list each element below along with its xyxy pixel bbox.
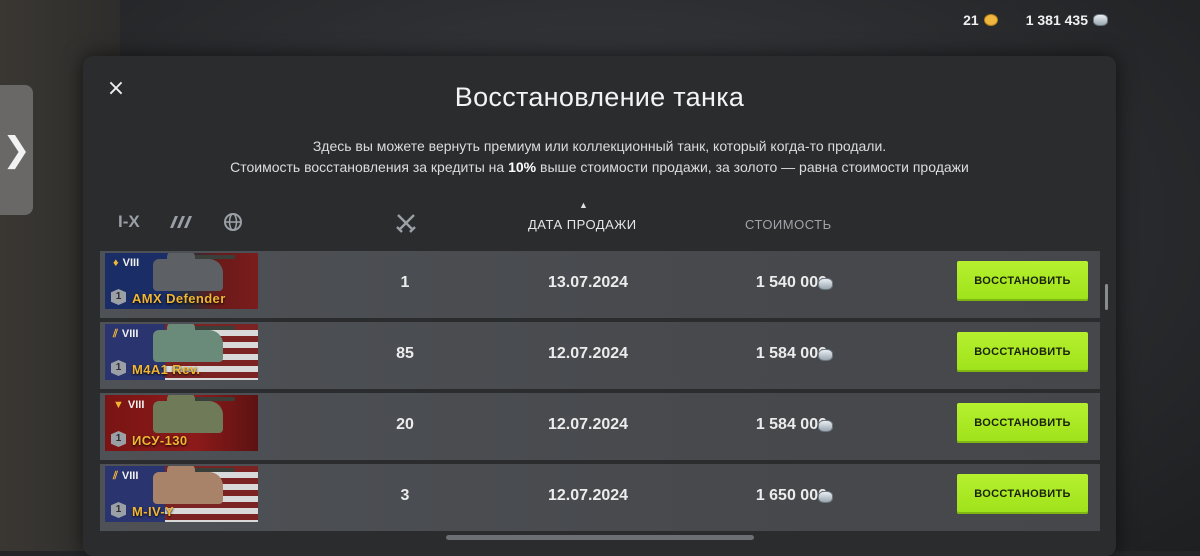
tank-card[interactable]: ⫽ VIII 1 M4A1 Rev. bbox=[105, 324, 258, 380]
sale-date: 12.07.2024 bbox=[547, 487, 629, 504]
collector-stripes-icon: ⫽ bbox=[113, 470, 118, 482]
sort-ascending-icon: ▲ bbox=[579, 200, 588, 210]
currency-bar: 21 1 381 435 bbox=[963, 12, 1108, 28]
mastery-badge-icon: 1 bbox=[111, 360, 126, 376]
table-row: ▼ VIII 1 ИСУ-130 20 12.07.2024 1 584 000 … bbox=[100, 393, 1100, 460]
restore-cost: 1 540 000 bbox=[755, 274, 827, 291]
tank-image bbox=[153, 253, 235, 291]
mastery-badge-icon: 1 bbox=[111, 502, 126, 518]
tier-label: VIII bbox=[127, 399, 145, 411]
table-row: ⫽ VIII 1 M4A1 Rev. 85 12.07.2024 1 584 00… bbox=[100, 322, 1100, 389]
globe-icon[interactable] bbox=[223, 212, 243, 237]
crossed-swords-icon[interactable] bbox=[395, 212, 417, 237]
sidebar-toggle[interactable]: ❯ bbox=[0, 85, 33, 215]
dialog-description: Здесь вы можете вернуть премиум или колл… bbox=[83, 136, 1116, 178]
table-row: ♦ VIII 1 AMX Defender 1 13.07.2024 1 540 … bbox=[100, 251, 1100, 318]
credits-amount: 1 381 435 bbox=[1025, 12, 1088, 28]
description-text-a: Стоимость восстановления за кредиты на bbox=[230, 159, 509, 175]
tank-list: ♦ VIII 1 AMX Defender 1 13.07.2024 1 540 … bbox=[100, 251, 1100, 535]
silver-coins-icon bbox=[1093, 14, 1108, 26]
table-header: I-X ▲ ДАТА ПРОДАЖИ СТОИМОСТЬ bbox=[83, 200, 1116, 242]
tank-type-filter-icon[interactable] bbox=[168, 214, 194, 235]
silver-coins-icon bbox=[818, 278, 833, 290]
battles-count: 20 bbox=[396, 416, 414, 433]
tank-name: M4A1 Rev. bbox=[132, 362, 201, 377]
tier-filter[interactable]: I-X bbox=[118, 212, 140, 232]
tank-name: ИСУ-130 bbox=[132, 433, 188, 448]
restore-cost: 1 650 000 bbox=[755, 487, 827, 504]
silver-coins-icon bbox=[818, 349, 833, 361]
sale-date: 12.07.2024 bbox=[547, 345, 629, 362]
tank-image bbox=[153, 324, 235, 362]
tank-tier: ▼ VIII bbox=[113, 399, 144, 411]
battles-count: 85 bbox=[396, 345, 414, 362]
tank-card[interactable]: ▼ VIII 1 ИСУ-130 bbox=[105, 395, 258, 451]
table-row: ⫽ VIII 1 M-IV-Y 3 12.07.2024 1 650 000 ВО… bbox=[100, 464, 1100, 531]
chevron-right-icon: ❯ bbox=[2, 130, 31, 170]
gold-coin-icon bbox=[983, 14, 998, 26]
tank-name: M-IV-Y bbox=[132, 504, 175, 519]
tank-tier: ⫽ VIII bbox=[113, 328, 138, 341]
restore-cost: 1 584 000 bbox=[755, 345, 827, 362]
tank-card[interactable]: ⫽ VIII 1 M-IV-Y bbox=[105, 466, 258, 522]
restore-button[interactable]: ВОССТАНОВИТЬ bbox=[957, 261, 1088, 301]
description-line-2: Стоимость восстановления за кредиты на 1… bbox=[83, 157, 1116, 178]
description-percent: 10% bbox=[508, 159, 537, 175]
silver-coins-icon bbox=[818, 491, 833, 503]
description-line-1: Здесь вы можете вернуть премиум или колл… bbox=[312, 138, 887, 154]
premium-diamond-icon: ♦ bbox=[113, 257, 119, 269]
restore-cost: 1 584 000 bbox=[755, 416, 827, 433]
tank-image bbox=[153, 466, 235, 504]
dialog-title: Восстановление танка bbox=[454, 82, 745, 112]
collector-stripes-icon: ⫽ bbox=[113, 328, 118, 340]
scrollbar-thumb[interactable] bbox=[1105, 284, 1108, 310]
tank-image bbox=[153, 395, 235, 433]
restore-tank-dialog: × Восстановление танка Здесь вы можете в… bbox=[83, 56, 1116, 556]
sale-date: 12.07.2024 bbox=[547, 416, 629, 433]
tank-card[interactable]: ♦ VIII 1 AMX Defender bbox=[105, 253, 258, 309]
mastery-badge-icon: 1 bbox=[111, 289, 126, 305]
credits-balance: 1 381 435 bbox=[1026, 12, 1108, 28]
silver-coins-icon bbox=[818, 420, 833, 432]
tank-tier: ⫽ VIII bbox=[113, 470, 138, 483]
gold-balance: 21 bbox=[963, 12, 998, 28]
tier-label: VIII bbox=[122, 257, 140, 269]
premium-triangle-icon: ▼ bbox=[113, 399, 124, 411]
restore-button[interactable]: ВОССТАНОВИТЬ bbox=[957, 403, 1088, 443]
battles-count: 1 bbox=[400, 274, 410, 291]
restore-button[interactable]: ВОССТАНОВИТЬ bbox=[957, 332, 1088, 372]
tier-label: VIII bbox=[121, 328, 139, 340]
restore-button[interactable]: ВОССТАНОВИТЬ bbox=[957, 474, 1088, 514]
home-indicator[interactable] bbox=[446, 535, 754, 540]
description-text-b: выше стоимости продажи, за золото — равн… bbox=[536, 159, 969, 175]
tank-name: AMX Defender bbox=[132, 291, 226, 306]
battles-count: 3 bbox=[400, 487, 410, 504]
gold-amount: 21 bbox=[963, 12, 979, 28]
tier-label: VIII bbox=[121, 470, 139, 482]
column-cost[interactable]: СТОИМОСТЬ bbox=[745, 217, 832, 232]
sale-date: 13.07.2024 bbox=[547, 274, 629, 291]
mastery-badge-icon: 1 bbox=[111, 431, 126, 447]
tank-tier: ♦ VIII bbox=[113, 257, 139, 269]
column-sale-date[interactable]: ДАТА ПРОДАЖИ bbox=[528, 217, 637, 232]
